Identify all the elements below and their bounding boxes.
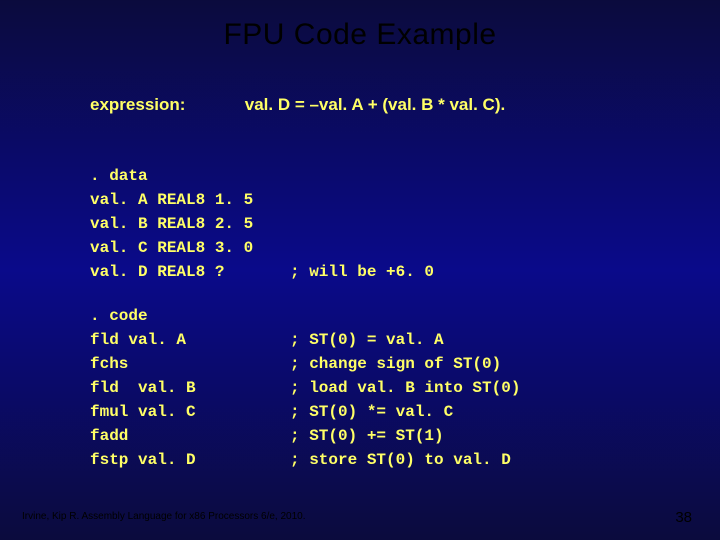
code-instr: fld val. A: [90, 328, 290, 352]
data-line: val. C REAL8 3. 0: [90, 239, 253, 257]
footer-citation: Irvine, Kip R. Assembly Language for x86…: [22, 511, 306, 522]
code-comment: ; store ST(0) to val. D: [290, 451, 511, 469]
code-line: fld val. B; load val. B into ST(0): [90, 379, 520, 397]
code-line: fadd; ST(0) += ST(1): [90, 427, 444, 445]
data-decl: val. A REAL8 1. 5: [90, 191, 253, 209]
data-decl: val. C REAL8 3. 0: [90, 239, 253, 257]
code-instr: fstp val. D: [90, 448, 290, 472]
code-line: fmul val. C; ST(0) *= val. C: [90, 403, 453, 421]
data-line: val. D REAL8 ?; will be +6. 0: [90, 263, 434, 281]
code-comment: ; load val. B into ST(0): [290, 379, 520, 397]
code-comment: ; ST(0) += ST(1): [290, 427, 444, 445]
expression-label: expression:: [90, 95, 240, 115]
code-header: . code: [90, 307, 148, 325]
code-comment: ; ST(0) *= val. C: [290, 403, 453, 421]
code-instr: fadd: [90, 424, 290, 448]
code-instr: fmul val. C: [90, 400, 290, 424]
code-line: fld val. A; ST(0) = val. A: [90, 331, 444, 349]
expression-text: val. D = –val. A + (val. B * val. C).: [245, 95, 505, 115]
code-line: fchs; change sign of ST(0): [90, 355, 501, 373]
data-line: val. A REAL8 1. 5: [90, 191, 253, 209]
data-header: . data: [90, 167, 148, 185]
slide: FPU Code Example expression: val. D = –v…: [0, 0, 720, 540]
code-instr: fld val. B: [90, 376, 290, 400]
data-line: val. B REAL8 2. 5: [90, 215, 253, 233]
code-comment: ; ST(0) = val. A: [290, 331, 444, 349]
code-instr: fchs: [90, 352, 290, 376]
page-number: 38: [675, 509, 692, 526]
slide-title: FPU Code Example: [0, 18, 720, 52]
code-comment: ; change sign of ST(0): [290, 355, 501, 373]
code-section: . code fld val. A; ST(0) = val. A fchs; …: [90, 280, 520, 472]
expression-row: expression: val. D = –val. A + (val. B *…: [90, 95, 660, 115]
data-decl: val. B REAL8 2. 5: [90, 215, 253, 233]
code-line: fstp val. D; store ST(0) to val. D: [90, 451, 511, 469]
data-section: . data val. A REAL8 1. 5 val. B REAL8 2.…: [90, 140, 434, 284]
